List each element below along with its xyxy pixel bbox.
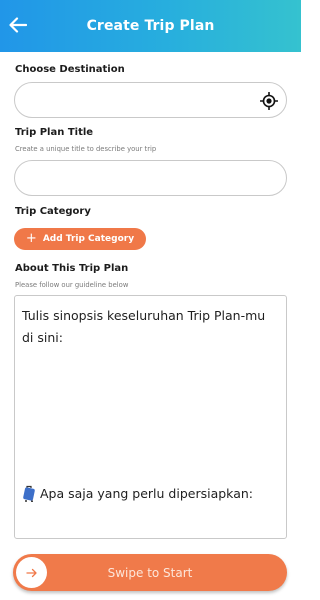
back-button[interactable]	[7, 14, 29, 36]
trip-title-input[interactable]	[15, 161, 286, 195]
swipe-label: Swipe to Start	[107, 565, 193, 580]
preparation-prompt-row: Apa saja yang perlu dipersiapkan:	[22, 485, 253, 502]
trip-title-field[interactable]	[14, 160, 287, 196]
arrow-left-icon	[9, 17, 27, 33]
page-title: Create Trip Plan	[86, 18, 215, 34]
app-header: Create Trip Plan	[0, 0, 301, 52]
plus-icon: +	[25, 231, 37, 246]
create-trip-plan-screen: Create Trip Plan Choose Destination Trip…	[0, 0, 301, 600]
destination-label: Choose Destination	[15, 64, 125, 75]
destination-field[interactable]	[14, 82, 287, 118]
preparation-prompt: Apa saja yang perlu dipersiapkan:	[40, 486, 253, 501]
about-textarea[interactable]: Tulis sinopsis keseluruhan Trip Plan-mu …	[14, 295, 287, 539]
add-trip-category-label: Add Trip Category	[42, 234, 135, 244]
arrow-right-icon	[25, 568, 37, 577]
trip-title-hint: Create a unique title to describe your t…	[15, 145, 157, 153]
trip-category-label: Trip Category	[15, 206, 91, 217]
luggage-icon	[23, 485, 35, 502]
crosshair-icon[interactable]	[260, 92, 278, 110]
destination-input[interactable]	[15, 83, 286, 117]
add-trip-category-button[interactable]: + Add Trip Category	[14, 228, 146, 250]
about-hint: Please follow our guideline below	[15, 281, 129, 289]
about-label: About This Trip Plan	[15, 263, 129, 274]
swipe-to-start-slider[interactable]: Swipe to Start	[13, 554, 287, 591]
synopsis-prompt: Tulis sinopsis keseluruhan Trip Plan-mu …	[22, 308, 266, 345]
trip-title-label: Trip Plan Title	[15, 127, 94, 138]
swipe-handle[interactable]	[16, 557, 47, 588]
